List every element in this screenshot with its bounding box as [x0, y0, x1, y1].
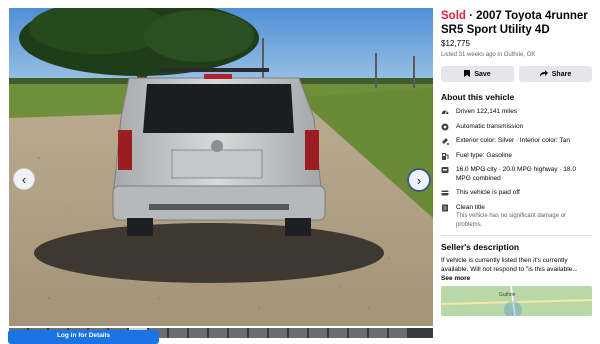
spec-item: 16.0 MPG city · 20.0 MPG highway · 18.0 …: [441, 166, 592, 183]
thumbnail[interactable]: [369, 328, 387, 338]
spec-text: Fuel type: Gasoline: [456, 151, 513, 159]
spec-subtext: This vehicle has no significant damage o…: [456, 213, 567, 228]
map-roads: [441, 286, 592, 316]
listing-title: Sold · 2007 Toyota 4runner SR5 Sport Uti…: [441, 9, 592, 37]
listing-details: Sold · 2007 Toyota 4runner SR5 Sport Uti…: [433, 0, 600, 338]
thumbnail[interactable]: [249, 328, 267, 338]
spec-item: Exterior color: Silver · Interior color:…: [441, 137, 592, 146]
spec-item: This vehicle is paid off: [441, 189, 592, 198]
about-heading: About this vehicle: [441, 92, 515, 102]
divider: [441, 235, 592, 236]
spec-item: Clean title This vehicle has no signific…: [441, 204, 592, 230]
spec-text: Clean title: [456, 203, 485, 211]
chevron-left-icon: ‹: [21, 171, 27, 187]
share-label: Share: [551, 70, 572, 78]
chevron-right-icon: ›: [416, 172, 422, 188]
thumbnail[interactable]: [329, 328, 347, 338]
spec-text: 16.0 MPG city · 20.0 MPG highway · 18.0 …: [456, 166, 576, 182]
photo-viewer: ‹ ›: [0, 0, 433, 338]
share-icon: [539, 69, 548, 79]
thumbnail[interactable]: [229, 328, 247, 338]
seller-description: If vehicle is currently listed then it's…: [441, 257, 578, 273]
fuel-icon: [441, 152, 449, 160]
thumbnail[interactable]: [389, 328, 407, 338]
save-button[interactable]: Save: [441, 66, 514, 82]
spec-text: Exterior color: Silver · Interior color:…: [456, 137, 571, 144]
mpg-icon: [441, 166, 449, 174]
vehicle-photo-image: [9, 8, 433, 326]
transmission-icon: [441, 123, 449, 131]
map-city-label: Guthrie: [499, 292, 516, 298]
thumbnail[interactable]: [269, 328, 287, 338]
paid-icon: [441, 189, 449, 197]
listing-price: $12,775: [441, 39, 470, 48]
title-separator: ·: [465, 10, 477, 22]
thumbnail[interactable]: [209, 328, 227, 338]
sold-label: Sold: [441, 10, 466, 22]
action-bar: Save Share: [441, 66, 592, 82]
login-for-details-button[interactable]: Log in for Details: [8, 330, 159, 344]
odometer-icon: [441, 108, 449, 116]
spec-item: Automatic transmission: [441, 123, 592, 132]
save-label: Save: [474, 70, 491, 78]
spec-list: Driven 122,141 miles Automatic transmiss…: [441, 108, 592, 229]
bookmark-icon: [464, 69, 471, 79]
listed-info: Listed 31 weeks ago in Guthrie, OK: [441, 52, 536, 58]
spec-item: Fuel type: Gasoline: [441, 152, 592, 161]
thumbnail[interactable]: [309, 328, 327, 338]
spec-text: Automatic transmission: [456, 122, 524, 130]
thumbnail[interactable]: [349, 328, 367, 338]
seller-description-heading: Seller's description: [441, 242, 520, 252]
share-button[interactable]: Share: [519, 66, 592, 82]
see-more-link[interactable]: See more: [441, 275, 592, 282]
thumbnail[interactable]: [189, 328, 207, 338]
spec-item: Driven 122,141 miles: [441, 108, 592, 117]
thumbnail[interactable]: [169, 328, 187, 338]
spec-text: This vehicle is paid off: [456, 189, 520, 196]
thumbnail[interactable]: [289, 328, 307, 338]
spec-text: Driven 122,141 miles: [456, 108, 518, 115]
location-map[interactable]: Guthrie: [441, 286, 592, 316]
previous-photo-button[interactable]: ‹: [13, 168, 35, 190]
clean-title-icon: [441, 204, 449, 212]
paint-icon: [441, 137, 449, 145]
next-photo-button[interactable]: ›: [407, 168, 431, 192]
spec-text-group: Clean title This vehicle has no signific…: [456, 204, 592, 230]
vehicle-photo[interactable]: [9, 8, 433, 326]
